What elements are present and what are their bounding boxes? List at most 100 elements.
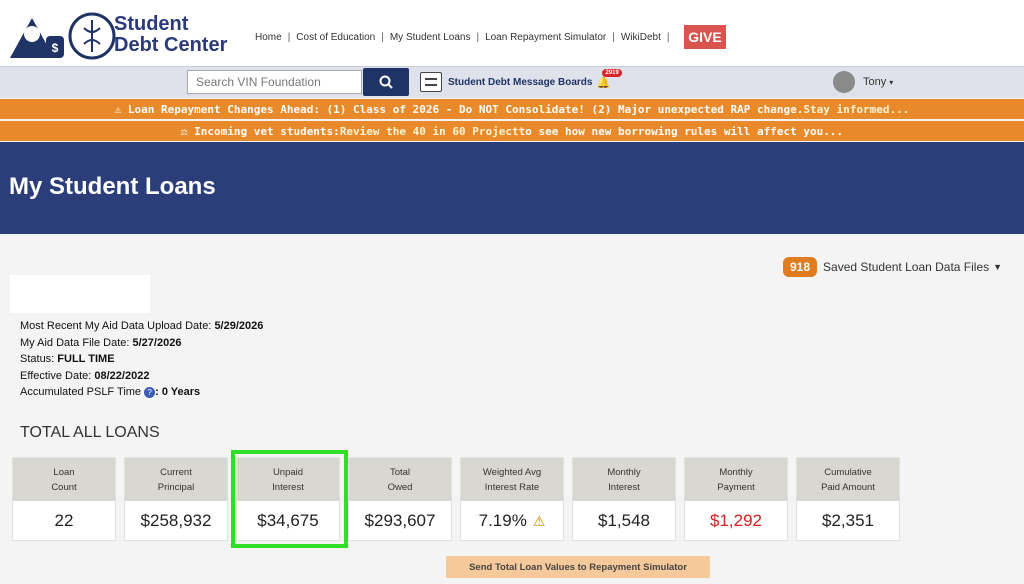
logo[interactable]: $ Student Debt Center [8,6,238,62]
status-value: FULL TIME [57,353,115,365]
card-header-line2: Interest Rate [484,481,540,493]
card-value: 7.19% [478,511,527,530]
saved-files-count: 918 [783,257,818,277]
card-cumulative-paid: Cumulative Paid Amount $2,351 [796,457,900,541]
chevron-down-icon: ▾ [889,77,894,87]
card-header: Weighted Avg Interest Rate [461,458,563,501]
card-header-line1: Monthly [607,466,641,478]
card-header-line2: Count [51,481,77,493]
card-header-line2: Owed [387,481,413,493]
status-label: Status: [20,353,58,365]
nav-separator: | [287,32,291,43]
nav-home[interactable]: Home [255,32,282,43]
card-monthly-interest: Monthly Interest $1,548 [572,457,676,541]
card-value: $258,932 [140,511,212,530]
avatar [833,71,855,93]
message-boards-icon [420,72,442,92]
user-menu[interactable]: Tony ▾ [833,71,893,93]
card-header-line1: Cumulative [824,466,872,478]
card-header-line1: Total [389,466,411,478]
saved-files-label: Saved Student Loan Data Files [823,260,990,274]
upload-date-value: 5/29/2026 [214,320,264,332]
card-value: 22 [54,511,74,530]
search-button[interactable] [363,68,409,96]
search-bar: Search VIN Foundation Student Debt Messa… [0,66,1024,98]
card-header-line1: Monthly [719,466,753,478]
announcement-banner-1: ⚠ Loan Repayment Changes Ahead: (1) Clas… [0,99,1024,119]
card-header-line1: Loan [53,466,75,478]
logo-badge-icon: $ [10,12,116,60]
message-boards-label: Student Debt Message Boards [448,76,593,88]
nav-separator: | [476,32,480,43]
nav-separator: | [666,32,670,43]
card-header: Total Owed [349,458,451,501]
blank-panel [10,275,150,313]
card-header: Current Principal [125,458,227,501]
stay-informed-link[interactable]: Stay informed... [803,103,909,116]
warning-icon[interactable]: ⚠ [533,513,546,530]
upload-date-label: Most Recent My Aid Data Upload Date: [20,320,215,332]
card-total-owed: Total Owed $293,607 [348,457,452,541]
nav-wikidebt[interactable]: WikiDebt [621,32,661,43]
logo-text: Student Debt Center [114,14,227,56]
bell-icon[interactable]: 🔔 2919 [596,68,622,89]
give-button[interactable]: GIVE [684,25,726,49]
pslf-row: Accumulated PSLF Time ?: 0 Years [20,384,263,401]
card-value-row: 7.19% ⚠ [461,501,563,541]
effective-date-value: 08/22/2022 [94,369,150,382]
file-date-value: 5/27/2026 [132,336,182,349]
user-name: Tony [863,76,887,88]
card-value: $1,292 [710,511,762,530]
card-header-line1: Current [160,466,192,478]
announcement-2-prefix: ⚖ Incoming vet students: [180,124,340,138]
announcement-1-text: ⚠ Loan Repayment Changes Ahead: (1) Clas… [114,102,804,116]
message-boards-link[interactable]: Student Debt Message Boards 🔔 2919 [420,68,622,92]
nav-separator: | [612,32,615,43]
help-icon[interactable]: ? [144,386,156,398]
search-icon [379,75,393,89]
saved-files-dropdown[interactable]: 918 Saved Student Loan Data Files ▼ [783,257,1002,277]
card-value: $293,607 [364,511,436,530]
card-value: $2,351 [822,511,874,530]
card-header-line2: Paid Amount [821,481,875,493]
search-input[interactable]: Search VIN Foundation [187,70,362,94]
pslf-label: Accumulated PSLF Time [20,386,145,398]
brand-line1: Student [114,13,189,35]
card-value: $1,548 [598,511,650,530]
page-title: My Student Loans [9,173,216,200]
nav-my-student-loans[interactable]: My Student Loans [390,32,471,43]
announcement-2-suffix: to see how new borrowing rules will affe… [518,124,844,138]
upload-date-row: Most Recent My Aid Data Upload Date: 5/2… [20,318,263,335]
card-weighted-avg-rate: Weighted Avg Interest Rate 7.19% ⚠ [460,457,564,541]
page-title-band: My Student Loans [0,142,1024,234]
review-40-in-60-link[interactable]: Review the 40 in 60 Project [340,125,519,138]
main-nav: Home | Cost of Education | My Student Lo… [255,32,675,43]
total-all-loans-heading: TOTAL ALL LOANS [20,424,160,441]
nav-separator: | [381,32,384,43]
file-date-row: My Aid Data File Date: 5/27/2026 [20,335,263,352]
top-header: $ Student Debt Center Home | Cost of Edu… [0,0,1024,66]
card-monthly-payment: Monthly Payment $1,292 [684,457,788,541]
svg-text:$: $ [52,41,59,55]
brand-line2: Debt Center [114,34,228,56]
notification-count: 2919 [602,68,622,77]
card-header: Cumulative Paid Amount [797,458,899,501]
highlight-box [231,450,348,548]
card-header-line2: Payment [717,481,755,493]
nav-cost-of-education[interactable]: Cost of Education [296,32,375,43]
card-current-principal: Current Principal $258,932 [124,457,228,541]
card-header: Loan Count [13,458,115,501]
effective-date-label: Effective Date: [20,369,95,382]
effective-date-row: Effective Date: 08/22/2022 [20,368,263,385]
card-header-line1: Weighted Avg [482,466,542,478]
card-header-line2: Principal [157,481,195,493]
card-header: Monthly Payment [685,458,787,501]
card-header-line2: Interest [608,481,640,493]
chevron-down-icon: ▼ [993,262,1003,272]
status-row: Status: FULL TIME [20,351,263,368]
nav-loan-repayment-simulator[interactable]: Loan Repayment Simulator [485,32,606,43]
send-to-simulator-button[interactable]: Send Total Loan Values to Repayment Simu… [446,556,710,578]
card-header: Monthly Interest [573,458,675,501]
card-loan-count: Loan Count 22 [12,457,116,541]
file-date-label: My Aid Data File Date: [20,336,133,349]
